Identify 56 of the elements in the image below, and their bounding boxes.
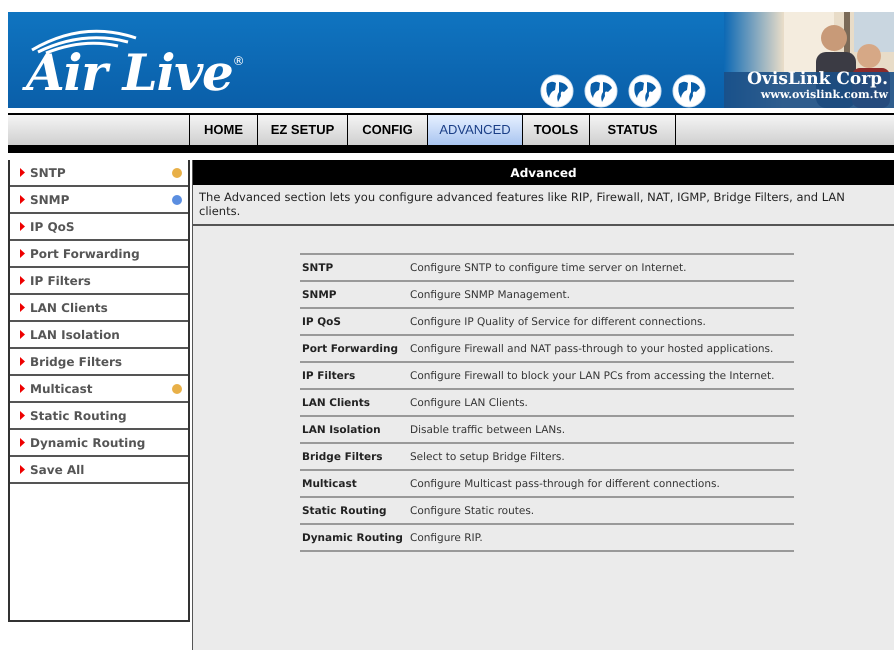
- section-title: Advanced: [193, 160, 894, 185]
- triangle-icon: [20, 168, 25, 177]
- feature-description: Disable traffic between LANs.: [410, 422, 566, 438]
- sidebar-item[interactable]: SNTP: [10, 160, 188, 187]
- feature-name: LAN Clients: [301, 396, 372, 410]
- triangle-icon: [20, 249, 25, 258]
- triangle-icon: [20, 195, 25, 204]
- triangle-icon: [20, 357, 25, 366]
- sidebar-item[interactable]: Save All: [10, 457, 188, 484]
- registered-mark: ®: [232, 53, 245, 70]
- sidebar-item[interactable]: Multicast: [10, 376, 188, 403]
- feature-description: Configure RIP.: [410, 530, 484, 546]
- sidebar-item[interactable]: IP Filters: [10, 268, 188, 295]
- feature-name: Dynamic Routing: [301, 530, 404, 546]
- triangle-icon: [20, 438, 25, 447]
- globe-icon: [540, 74, 574, 108]
- sidebar-item[interactable]: Dynamic Routing: [10, 430, 188, 457]
- feature-description: Configure LAN Clients.: [410, 396, 529, 410]
- triangle-icon: [20, 411, 25, 420]
- feature-name: Bridge Filters: [301, 450, 384, 464]
- triangle-icon: [20, 384, 25, 393]
- nav-tab[interactable]: ADVANCED: [428, 115, 523, 145]
- feature-name: Multicast: [301, 476, 358, 492]
- feature-name: Port Forwarding: [301, 342, 399, 356]
- triangle-icon: [20, 303, 25, 312]
- sidebar-item[interactable]: LAN Clients: [10, 295, 188, 322]
- feature-name: Static Routing: [301, 504, 388, 518]
- feature-description: Configure Multicast pass-through for different connections.: [410, 476, 721, 492]
- feature-description: Configure IP Quality of Service for different connections.: [410, 314, 707, 330]
- triangle-icon: [20, 465, 25, 474]
- company-url: www.ovislink.com.tw: [760, 88, 888, 101]
- sidebar-item[interactable]: Static Routing: [10, 403, 188, 430]
- company-name: OvisLink Corp.: [747, 70, 888, 88]
- globe-icon: [628, 74, 662, 108]
- feature-name: SNMP: [301, 288, 338, 302]
- feature-name: IP QoS: [301, 314, 342, 330]
- feature-name: LAN Isolation: [301, 422, 382, 438]
- sidebar-item[interactable]: LAN Isolation: [10, 322, 188, 349]
- feature-description: Configure Static routes.: [410, 504, 536, 518]
- feature-name: IP Filters: [301, 368, 356, 384]
- section-description: The Advanced section lets you configure advanced features like RIP, Firewall, NAT, IGMP, Bridge Filters, and LAN clients.: [193, 185, 894, 226]
- sidebar-item[interactable]: IP QoS: [10, 214, 188, 241]
- feature-description: Configure Firewall to block your LAN PCs from accessing the Internet.: [410, 368, 776, 384]
- feature-description: Configure Firewall and NAT pass-through to your hosted applications.: [410, 342, 774, 356]
- feature-description: Select to setup Bridge Filters.: [410, 450, 566, 464]
- globe-icon: [584, 74, 618, 108]
- triangle-icon: [20, 222, 25, 231]
- feature-description: Configure SNMP Management.: [410, 288, 571, 302]
- feature-description: Configure SNTP to configure time server on Internet.: [410, 260, 688, 276]
- feature-name: SNTP: [301, 260, 334, 276]
- sidebar-item[interactable]: SNMP: [10, 187, 188, 214]
- triangle-icon: [20, 330, 25, 339]
- triangle-icon: [20, 276, 25, 285]
- sidebar-item[interactable]: Port Forwarding: [10, 241, 188, 268]
- globe-icon: [672, 74, 706, 108]
- sidebar-item[interactable]: Bridge Filters: [10, 349, 188, 376]
